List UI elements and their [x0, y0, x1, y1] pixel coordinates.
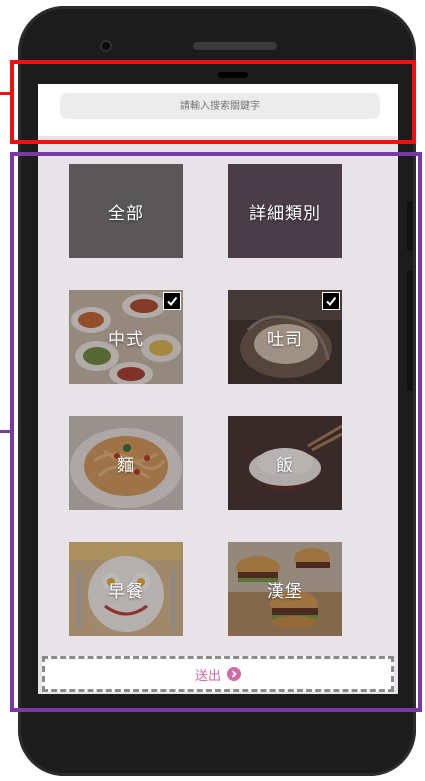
- category-tile-rice[interactable]: 飯: [228, 416, 342, 510]
- category-tile-noodles[interactable]: 麵: [69, 416, 183, 510]
- search-highlight-box: [10, 60, 416, 144]
- category-tile-chinese[interactable]: 中式: [69, 290, 183, 384]
- category-label: 全部: [108, 203, 144, 224]
- category-highlight-pointer: [0, 430, 12, 433]
- category-label: 吐司: [267, 329, 303, 350]
- category-label: 漢堡: [267, 581, 303, 602]
- checkmark-icon: [326, 296, 337, 307]
- category-label: 飯: [276, 455, 294, 476]
- search-highlight-pointer: [0, 92, 12, 95]
- category-label: 中式: [108, 329, 144, 350]
- front-camera: [100, 40, 112, 52]
- category-tile-toast[interactable]: 吐司: [228, 290, 342, 384]
- category-label: 早餐: [108, 581, 144, 602]
- category-label: 詳細類別: [249, 203, 321, 224]
- checkmark-icon: [167, 296, 178, 307]
- checkbox-checked[interactable]: [163, 292, 181, 310]
- category-tile-burger[interactable]: 漢堡: [228, 542, 342, 636]
- category-label: 麵: [117, 455, 135, 476]
- category-tile-breakfast[interactable]: 早餐: [69, 542, 183, 636]
- speaker-grille: [193, 42, 277, 50]
- checkbox-checked[interactable]: [322, 292, 340, 310]
